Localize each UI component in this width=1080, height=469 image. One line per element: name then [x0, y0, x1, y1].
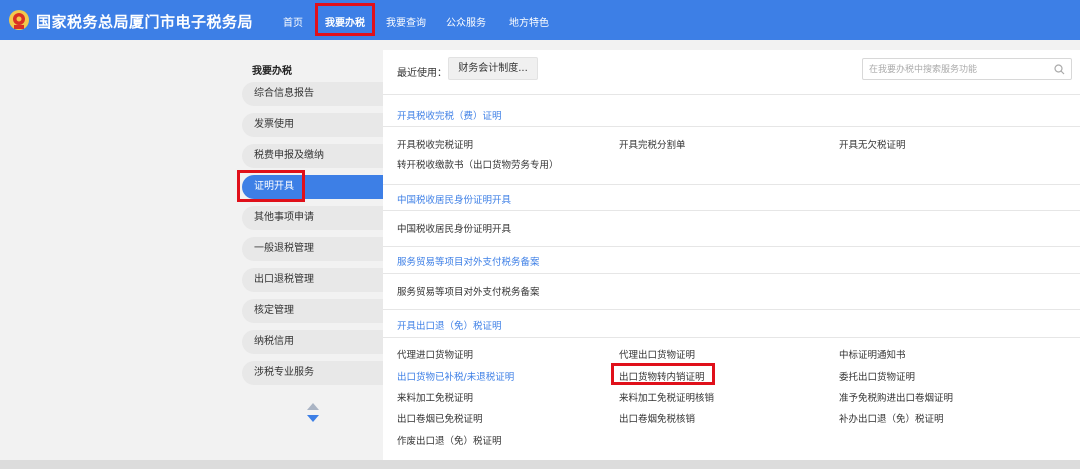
divider [383, 309, 1080, 310]
nav-highlight-box [315, 3, 375, 36]
sidebar-item-credit[interactable]: 纳税信用 [242, 330, 383, 354]
sidebar-item-export-refund[interactable]: 出口退税管理 [242, 268, 383, 292]
section-title-foreign-payment: 服务贸易等项目对外支付税务备案 [397, 257, 540, 268]
section-title-export-refund: 开具出口退（免）税证明 [397, 321, 502, 332]
nav-local-features[interactable]: 地方特色 [509, 14, 549, 29]
sidebar-item-invoice[interactable]: 发票使用 [242, 113, 383, 137]
link-payment-split[interactable]: 开具完税分割单 [619, 137, 686, 151]
divider [383, 126, 1080, 127]
divider [383, 337, 1080, 338]
recent-label: 最近使用： [397, 68, 447, 79]
scroll-arrows-icon[interactable] [305, 402, 321, 424]
top-navbar: 国家税务总局厦门市电子税务局 首页 我要办税 我要查询 公众服务 地方特色 [0, 0, 1080, 40]
sidebar-item-professional-service[interactable]: 涉税专业服务 [242, 361, 383, 385]
search-box [862, 58, 1072, 80]
link-processing-exempt-cert[interactable]: 来料加工免税证明 [397, 390, 473, 404]
divider [383, 94, 1080, 95]
section-title-tax-payment: 开具税收完税（费）证明 [397, 111, 502, 122]
section-title-residence-cert: 中国税收居民身份证明开具 [397, 195, 512, 206]
link-agent-export-cert[interactable]: 代理出口货物证明 [619, 347, 695, 361]
link-void-refund-cert[interactable]: 作废出口退（免）税证明 [397, 433, 502, 447]
divider [383, 273, 1080, 274]
divider [383, 246, 1080, 247]
bottom-strip [0, 460, 1080, 469]
recent-item-button[interactable]: 财务会计制度... [448, 57, 538, 80]
sidebar-item-other-application[interactable]: 其他事项申请 [242, 206, 383, 230]
link-export-tax-paid-cert[interactable]: 出口货物已补税/未退税证明 [397, 369, 514, 383]
sidebar-item-declaration[interactable]: 税费申报及缴纳 [242, 144, 383, 168]
link-residence-cert[interactable]: 中国税收居民身份证明开具 [397, 221, 511, 235]
nav-home[interactable]: 首页 [283, 14, 303, 29]
link-tobacco-exempt-writeoff[interactable]: 出口卷烟免税核销 [619, 411, 695, 425]
sidebar-item-general-refund[interactable]: 一般退税管理 [242, 237, 383, 261]
link-foreign-payment-filing[interactable]: 服务贸易等项目对外支付税务备案 [397, 284, 540, 298]
sidebar-item-assessment[interactable]: 核定管理 [242, 299, 383, 323]
link-entrusted-export-cert[interactable]: 委托出口货物证明 [839, 369, 915, 383]
link-tax-payment-cert[interactable]: 开具税收完税证明 [397, 137, 473, 151]
link-no-arrears-cert[interactable]: 开具无欠税证明 [839, 137, 906, 151]
sidebar-item-comprehensive-report[interactable]: 综合信息报告 [242, 82, 383, 106]
link-processing-exempt-writeoff[interactable]: 来料加工免税证明核销 [619, 390, 714, 404]
search-icon[interactable] [1054, 64, 1065, 75]
site-title[interactable]: 国家税务总局厦门市电子税务局 [36, 11, 253, 32]
divider [383, 210, 1080, 211]
link-tobacco-exempt-cert[interactable]: 出口卷烟已免税证明 [397, 411, 483, 425]
sidebar-title: 我要办税 [252, 66, 292, 77]
tax-emblem-icon [9, 10, 29, 30]
nav-query[interactable]: 我要查询 [386, 14, 426, 29]
link-agent-import-cert[interactable]: 代理进口货物证明 [397, 347, 473, 361]
link-tobacco-purchase-cert[interactable]: 准予免税购进出口卷烟证明 [839, 390, 953, 404]
link-transfer-payment-book[interactable]: 转开税收缴款书（出口货物劳务专用） [397, 157, 559, 171]
link-reissue-refund-cert[interactable]: 补办出口退（免）税证明 [839, 411, 944, 425]
sidebar-highlight-box [237, 170, 305, 202]
link-bid-cert-notice[interactable]: 中标证明通知书 [839, 347, 906, 361]
nav-public-service[interactable]: 公众服务 [446, 14, 486, 29]
item-highlight-box [611, 363, 715, 385]
divider [383, 184, 1080, 185]
search-input[interactable] [869, 62, 1049, 77]
